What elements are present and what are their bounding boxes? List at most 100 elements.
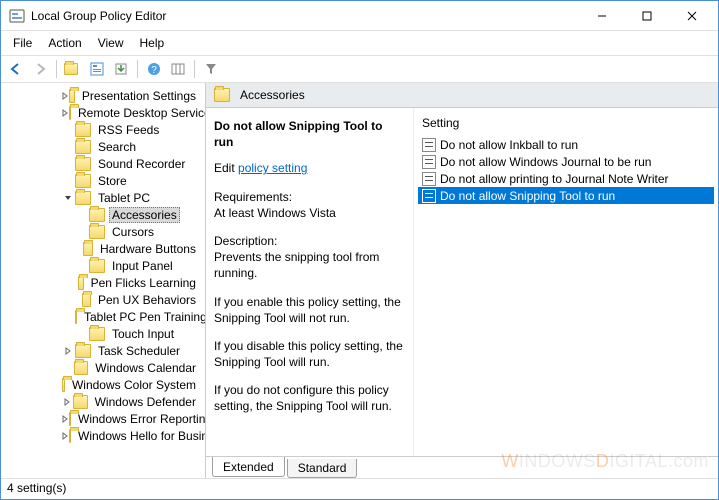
policy-icon	[422, 155, 436, 169]
tree-item-label: Windows Hello for Business	[75, 429, 206, 443]
policy-icon	[422, 189, 436, 203]
tree-item-label: Store	[95, 174, 130, 188]
tree-item[interactable]: Presentation Settings	[5, 87, 205, 104]
filter-button[interactable]	[200, 58, 222, 80]
list-item[interactable]: Do not allow Inkball to run	[418, 136, 714, 153]
list-item[interactable]: Do not allow Snipping Tool to run	[418, 187, 714, 204]
tree-item[interactable]: Hardware Buttons	[5, 240, 205, 257]
menu-bar: File Action View Help	[1, 31, 718, 55]
menu-help[interactable]: Help	[132, 33, 173, 53]
tree-item[interactable]: Windows Defender	[5, 393, 205, 410]
main-content: Presentation SettingsRemote Desktop Serv…	[1, 83, 718, 479]
columns-icon	[171, 62, 185, 76]
menu-file[interactable]: File	[5, 33, 40, 53]
folder-icon	[78, 276, 83, 290]
edit-prefix: Edit	[214, 161, 235, 175]
chevron-right-icon[interactable]	[61, 432, 69, 440]
tree-item[interactable]: Windows Color System	[5, 376, 205, 393]
folder-icon	[82, 293, 91, 307]
list-item[interactable]: Do not allow printing to Journal Note Wr…	[418, 170, 714, 187]
folder-icon	[69, 106, 71, 120]
tree-item-label: Search	[95, 140, 139, 154]
chevron-down-icon[interactable]	[61, 194, 75, 202]
tree-item[interactable]: Tablet PC Pen Training	[5, 308, 205, 325]
svg-text:?: ?	[151, 65, 157, 76]
list-item-label: Do not allow printing to Journal Note Wr…	[440, 172, 669, 186]
chevron-right-icon[interactable]	[61, 109, 69, 117]
breadcrumb: Accessories	[206, 83, 718, 108]
tree-item[interactable]: Sound Recorder	[5, 155, 205, 172]
folder-icon	[69, 429, 71, 443]
tree-item[interactable]: Windows Calendar	[5, 359, 205, 376]
tree-item[interactable]: Store	[5, 172, 205, 189]
tree-item-label: Windows Error Reporting	[75, 412, 206, 426]
folder-icon	[83, 242, 93, 256]
toolbar-separator	[137, 60, 138, 78]
tree-item[interactable]: Pen Flicks Learning	[5, 274, 205, 291]
tree-item[interactable]: Windows Error Reporting	[5, 410, 205, 427]
list-header[interactable]: Setting	[418, 114, 714, 136]
tab-standard[interactable]: Standard	[287, 459, 358, 478]
tab-extended[interactable]: Extended	[212, 457, 285, 477]
folder-icon	[74, 361, 89, 375]
forward-button[interactable]	[29, 58, 51, 80]
folder-up-icon	[64, 63, 78, 75]
minimize-button[interactable]	[579, 1, 624, 30]
policy-icon	[422, 138, 436, 152]
folder-icon	[75, 174, 91, 188]
properties-button[interactable]	[86, 58, 108, 80]
properties-icon	[90, 62, 104, 76]
chevron-right-icon[interactable]	[61, 92, 69, 100]
tree-item[interactable]: Windows Hello for Business	[5, 427, 205, 444]
tree-item[interactable]: Input Panel	[5, 257, 205, 274]
tree-pane[interactable]: Presentation SettingsRemote Desktop Serv…	[1, 83, 206, 478]
export-button[interactable]	[110, 58, 132, 80]
tree-item[interactable]: Task Scheduler	[5, 342, 205, 359]
tree-item[interactable]: Search	[5, 138, 205, 155]
back-arrow-icon	[9, 62, 23, 76]
tree-item[interactable]: Tablet PC	[5, 189, 205, 206]
columns-button[interactable]	[167, 58, 189, 80]
maximize-button[interactable]	[624, 1, 669, 30]
folder-icon	[69, 89, 75, 103]
tree-item-label: Sound Recorder	[95, 157, 188, 171]
settings-list[interactable]: Setting Do not allow Inkball to runDo no…	[414, 108, 718, 456]
tree-item[interactable]: Touch Input	[5, 325, 205, 342]
requirements-text: At least Windows Vista	[214, 205, 405, 221]
policy-icon	[422, 172, 436, 186]
tree-item-label: Accessories	[109, 207, 180, 223]
tree-item[interactable]: RSS Feeds	[5, 121, 205, 138]
tree-item-label: Task Scheduler	[95, 344, 183, 358]
toolbar-separator	[194, 60, 195, 78]
up-button[interactable]	[62, 58, 84, 80]
tree-item-label: Presentation Settings	[79, 89, 199, 103]
toolbar-separator	[56, 60, 57, 78]
menu-action[interactable]: Action	[40, 33, 89, 53]
description-panel: Do not allow Snipping Tool to run Edit p…	[206, 108, 414, 456]
close-button[interactable]	[669, 1, 714, 30]
back-button[interactable]	[5, 58, 27, 80]
tree-item[interactable]: Remote Desktop Services	[5, 104, 205, 121]
folder-icon	[89, 225, 105, 239]
tree-item-label: RSS Feeds	[95, 123, 162, 137]
tree-item-label: Input Panel	[109, 259, 176, 273]
edit-policy-link[interactable]: policy setting	[238, 161, 307, 175]
description-p4: If you do not configure this policy sett…	[214, 382, 405, 414]
folder-icon	[75, 191, 91, 205]
menu-view[interactable]: View	[90, 33, 132, 53]
list-item-label: Do not allow Snipping Tool to run	[440, 189, 615, 203]
tree-item-label: Touch Input	[109, 327, 177, 341]
title-bar: Local Group Policy Editor	[1, 1, 718, 31]
chevron-right-icon[interactable]	[61, 398, 73, 406]
tree-item[interactable]: Accessories	[5, 206, 205, 223]
folder-icon	[214, 88, 230, 102]
policy-title: Do not allow Snipping Tool to run	[214, 118, 405, 150]
chevron-right-icon[interactable]	[61, 347, 75, 355]
tree-item-label: Windows Defender	[92, 395, 199, 409]
help-button[interactable]: ?	[143, 58, 165, 80]
tree-item[interactable]: Pen UX Behaviors	[5, 291, 205, 308]
chevron-right-icon[interactable]	[61, 415, 69, 423]
folder-icon	[89, 259, 105, 273]
tree-item[interactable]: Cursors	[5, 223, 205, 240]
list-item[interactable]: Do not allow Windows Journal to be run	[418, 153, 714, 170]
